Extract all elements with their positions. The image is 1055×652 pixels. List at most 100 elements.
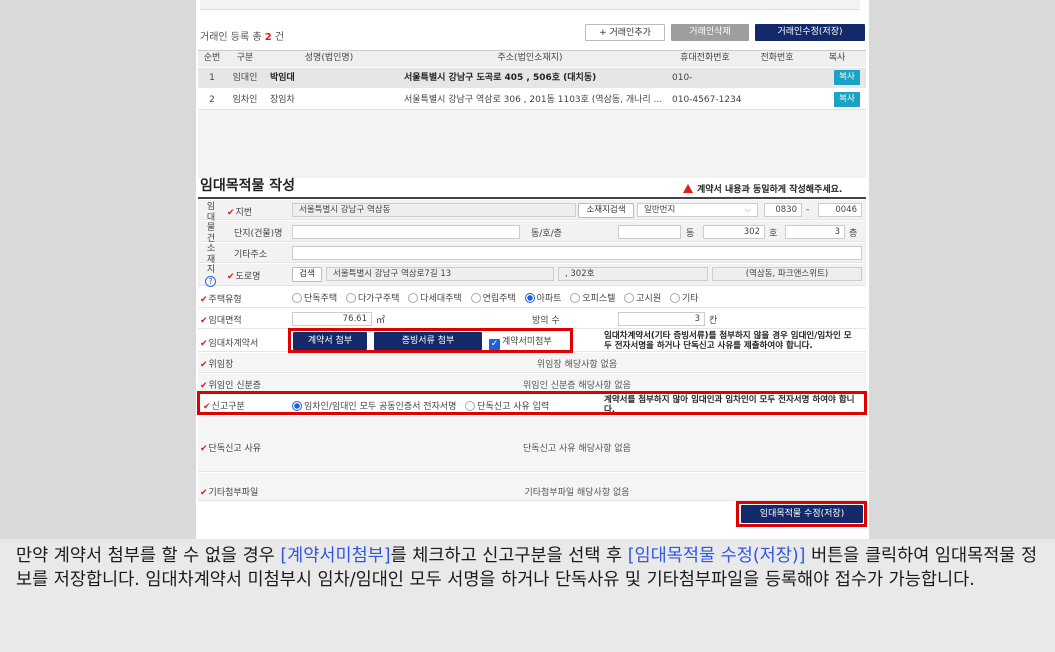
desc-part1: 만약 계약서 첨부를 할 수 없을 경우 xyxy=(16,546,281,566)
radio-circle xyxy=(624,293,635,303)
complex-label: 단지(건물)명 xyxy=(234,229,283,239)
registered-prefix: 거래인 등록 총 xyxy=(200,32,265,43)
vlabel-char: 대 xyxy=(206,212,216,223)
lot-type-value: 일반번지 xyxy=(644,205,676,215)
lot-label: ✔지번 xyxy=(227,205,252,218)
copy-button[interactable]: 복사 xyxy=(834,70,860,85)
radio-other[interactable]: 기타 xyxy=(670,293,699,304)
delegate-id-label: ✔위임인 신분증 xyxy=(200,378,261,391)
floor-unit: 층 xyxy=(849,229,858,239)
desc-part2: 를 체크하고 신고구분을 선택 후 xyxy=(390,546,628,566)
radio-apartment[interactable]: 아파트 xyxy=(524,293,562,304)
col-address: 주소(법인소재지) xyxy=(497,53,563,63)
row-address: 서울특별시 강남구 역삼로 306 , 201동 1103호 (역삼동, 개나리… xyxy=(404,95,662,105)
radio-circle xyxy=(670,293,680,303)
save-party-button[interactable]: 거래인수정(저장) xyxy=(755,24,865,41)
radio-circle xyxy=(470,293,481,303)
row-no: 2 xyxy=(209,95,215,105)
area-label-text: 임대면적 xyxy=(208,316,242,326)
sub-lot-number[interactable]: 0046 xyxy=(818,203,862,217)
radio-circle xyxy=(570,293,581,303)
required-check-icon: ✔ xyxy=(200,339,208,349)
highlight-box-report-type xyxy=(197,391,867,415)
road-detail-field[interactable]: , 302호 xyxy=(558,267,708,281)
radio-multi-family[interactable]: 다가구주택 xyxy=(346,293,399,304)
other-address-label: 기타주소 xyxy=(234,250,268,260)
dong-field[interactable] xyxy=(618,225,681,239)
registered-count: 거래인 등록 총 2 건 xyxy=(200,28,284,43)
delete-party-button[interactable]: 거래인삭제 xyxy=(671,24,749,41)
row-address: 서울특별시 강남구 도곡로 405 , 506호 (대치동) xyxy=(404,73,597,83)
help-icon[interactable]: ? xyxy=(205,276,216,287)
road-label-text: 도로명 xyxy=(235,272,261,282)
main-lot-number[interactable]: 0830 xyxy=(764,203,802,217)
location-search-button[interactable]: 소재지검색 xyxy=(578,203,634,218)
warning-icon xyxy=(683,184,693,193)
registered-suffix: 건 xyxy=(271,32,285,43)
radio-detached[interactable]: 단독주택 xyxy=(292,293,337,304)
instruction-text: 만약 계약서 첨부를 할 수 없을 경우 [계약서미첨부]를 체크하고 신고구분… xyxy=(16,544,1046,592)
ho-unit: 호 xyxy=(769,229,778,239)
highlight-box-contract xyxy=(288,328,573,353)
warning-label: 계약서 내용과 동일하게 작성해주세요. xyxy=(697,185,843,195)
radio-gosiwon[interactable]: 고시원 xyxy=(624,293,662,304)
road-address-field[interactable]: 서울특별시 강남구 역삼로7길 13 xyxy=(326,267,554,281)
required-check-icon: ✔ xyxy=(200,295,208,305)
road-extra-field[interactable]: (역삼동, 파크앤스위트) xyxy=(712,267,862,281)
empty-table-area xyxy=(198,110,866,178)
radio-label: 오피스텔 xyxy=(582,294,616,304)
row-no: 1 xyxy=(209,73,215,83)
dong-unit: 동 xyxy=(686,229,695,239)
other-files-value: 기타첨부파일 해당사항 없음 xyxy=(524,488,630,498)
radio-label: 고시원 xyxy=(636,294,662,304)
vlabel-char: 재 xyxy=(206,254,216,265)
copy-button[interactable]: 복사 xyxy=(834,92,860,107)
row-mobile: 010-4567-1234 xyxy=(672,95,742,105)
radio-circle xyxy=(292,293,302,303)
radio-circle-selected xyxy=(524,293,535,303)
radio-label: 기타 xyxy=(682,294,699,304)
delegate-id-label-text: 위임인 신분증 xyxy=(208,381,262,391)
col-phone: 전화번호 xyxy=(760,53,794,63)
other-files-label-text: 기타첨부파일 xyxy=(208,488,259,498)
row-type: 임차인 xyxy=(232,95,258,105)
col-type: 구분 xyxy=(236,53,254,63)
row-type: 임대인 xyxy=(232,73,258,83)
area-field[interactable]: 76.61 xyxy=(292,312,372,326)
radio-circle xyxy=(408,293,419,303)
contract-label: ✔임대차계약서 xyxy=(200,336,258,349)
ho-field[interactable]: 302 xyxy=(703,225,765,239)
radio-label: 아파트 xyxy=(536,294,562,304)
other-files-label: ✔기타첨부파일 xyxy=(200,485,258,498)
other-address-field[interactable] xyxy=(292,246,862,260)
lot-type-select[interactable]: 일반번지 ⌵ xyxy=(637,203,758,217)
vlabel-char: 소 xyxy=(206,244,216,254)
row-mobile: 010- xyxy=(672,73,693,83)
required-check-icon: ✔ xyxy=(227,272,235,282)
dong-ho-floor-label: 동/호/층 xyxy=(531,229,562,239)
floor-field[interactable]: 3 xyxy=(785,225,845,239)
section-divider xyxy=(198,197,866,199)
road-label: ✔도로명 xyxy=(227,269,260,282)
row-name: 박임대 xyxy=(270,73,295,83)
contract-label-text: 임대차계약서 xyxy=(208,339,259,349)
lot-address-field[interactable]: 서울특별시 강남구 역삼동 xyxy=(292,203,576,217)
warning-text: 계약서 내용과 동일하게 작성해주세요. xyxy=(683,182,842,195)
radio-label: 연립주택 xyxy=(482,294,516,304)
radio-row-house[interactable]: 연립주택 xyxy=(470,293,516,304)
complex-name-field[interactable] xyxy=(292,225,520,239)
area-label: ✔임대면적 xyxy=(200,313,242,326)
sole-reason-value: 단독신고 사유 해당사항 없음 xyxy=(523,444,631,454)
add-party-button[interactable]: + 거래인추가 xyxy=(585,24,665,41)
desc-highlight-2: [임대목적물 수정(저장)] xyxy=(627,546,806,566)
col-no: 순번 xyxy=(203,53,221,63)
sole-reason-label-text: 단독신고 사유 xyxy=(208,444,262,454)
delegation-label-text: 위임장 xyxy=(208,360,234,370)
vlabel-char: 지 xyxy=(206,265,216,275)
rooms-field[interactable]: 3 xyxy=(618,312,705,326)
radio-officetel[interactable]: 오피스텔 xyxy=(570,293,616,304)
area-unit: ㎡ xyxy=(376,316,386,326)
col-copy: 복사 xyxy=(828,53,846,63)
radio-multiplex[interactable]: 다세대주택 xyxy=(408,293,462,304)
road-search-button[interactable]: 검색 xyxy=(292,267,322,282)
